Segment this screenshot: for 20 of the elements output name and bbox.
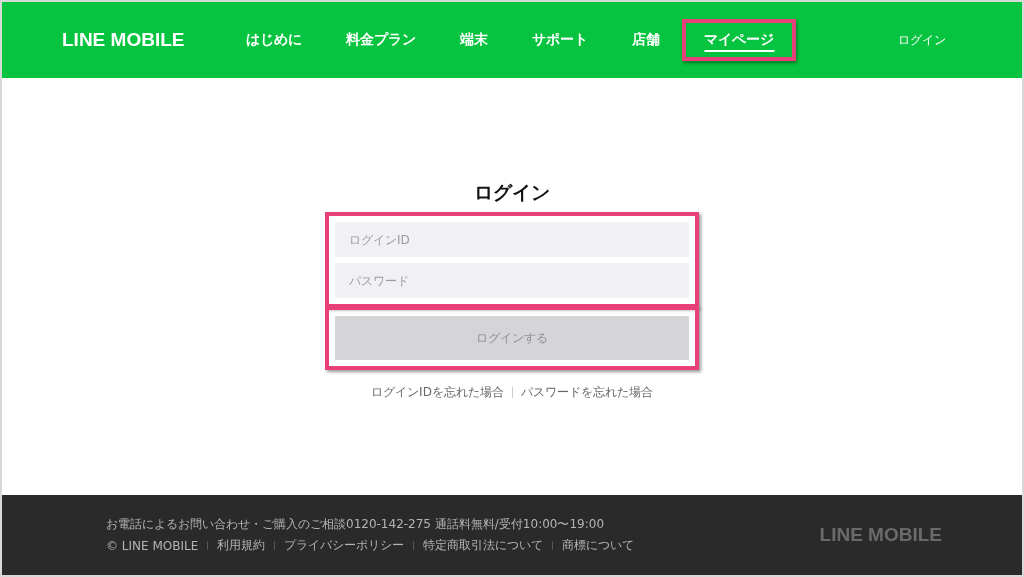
login-title: ログイン: [474, 180, 550, 205]
input-field[interactable]: パスワード: [335, 263, 689, 298]
login-link[interactable]: ログイン: [898, 31, 946, 49]
nav-link[interactable]: 店舗: [610, 19, 683, 61]
footer-link[interactable]: プライバシーポリシー: [284, 537, 405, 554]
footer-link[interactable]: 商標について: [562, 537, 635, 554]
nav-link[interactable]: 端末: [438, 19, 511, 61]
input-field[interactable]: ログインID: [335, 222, 689, 257]
footer-link[interactable]: © LINE MOBILE: [106, 538, 199, 553]
footer-link[interactable]: 特定商取引法について: [423, 537, 544, 554]
forgot-link[interactable]: ログインIDを忘れた場合: [371, 384, 504, 401]
nav-link[interactable]: はじめに: [224, 19, 325, 61]
nav-link[interactable]: サポート: [510, 19, 611, 61]
nav-link[interactable]: 料金プラン: [324, 19, 439, 61]
forgot-link[interactable]: パスワードを忘れた場合: [520, 384, 653, 401]
nav-link[interactable]: マイページ: [682, 19, 797, 61]
logo[interactable]: LINE MOBILE: [62, 29, 185, 51]
contact-text: お電話によるお問い合わせ・ご購入のご相談0120-142-275 通話料無料/受付10:00〜19:00: [106, 516, 606, 533]
footer-logo: LINE MOBILE: [819, 524, 942, 546]
footer-link[interactable]: 利用規約: [217, 537, 266, 554]
